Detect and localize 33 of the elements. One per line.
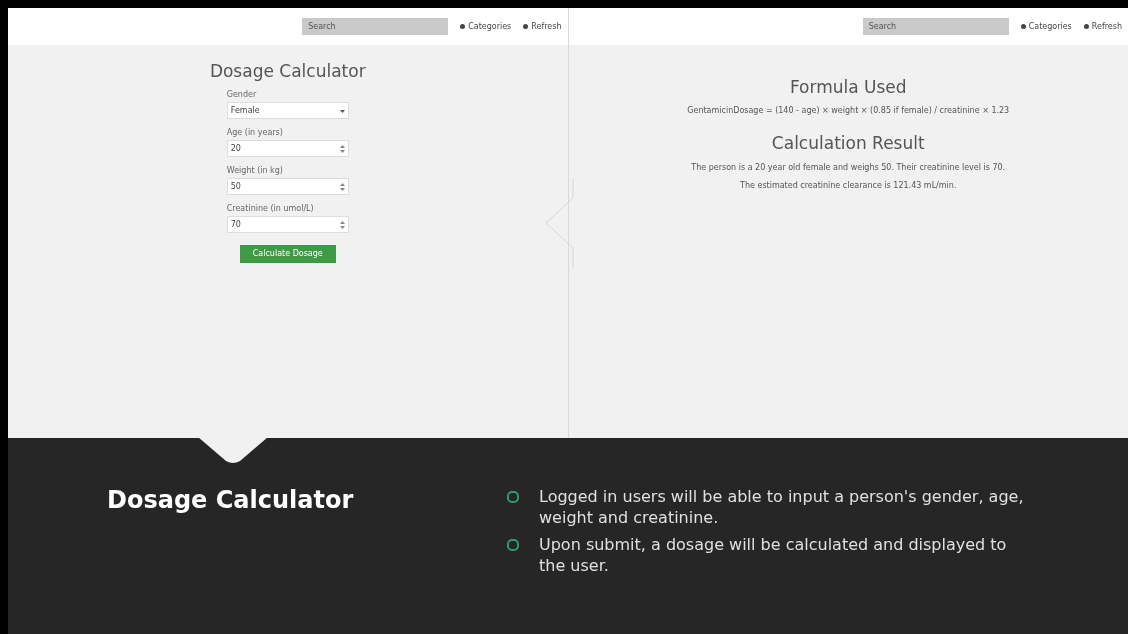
section-heading: Calculation Result <box>770 133 926 154</box>
nav-link[interactable]: Refresh <box>523 20 562 33</box>
result-text: The estimated creatinine clearance is 121.43 mL/min. <box>739 179 958 192</box>
dot-icon <box>460 24 466 29</box>
section-heading: Formula Used <box>788 77 908 98</box>
dot-icon <box>523 24 529 29</box>
result-text: GentamicinDosage = (140 - age) × weight × (0.85 if female) / creatinine × 1.23 <box>686 105 1011 118</box>
select-field[interactable]: Female <box>226 102 349 120</box>
nav-link[interactable]: Categories <box>1020 20 1072 33</box>
number-field[interactable]: 50 <box>226 178 349 196</box>
spinner-icon <box>339 144 345 153</box>
search-field[interactable]: Search <box>302 18 449 35</box>
field-label: Age (in years) <box>226 127 284 140</box>
bullet-text: Logged in users will be able to input a person's gender, age, weight and creatinine. <box>539 486 1025 528</box>
dot-icon <box>1083 24 1089 29</box>
bullet-icon <box>507 539 519 551</box>
spinner-icon <box>339 182 345 191</box>
bullet-text: Upon submit, a dosage will be calculated and displayed to the user. <box>539 534 1008 576</box>
nav-link[interactable]: Refresh <box>1083 20 1122 33</box>
result-text: The person is a 20 year old female and weighs 50. Their creatinine level is 70. <box>690 161 1007 174</box>
search-field[interactable]: Search <box>862 18 1009 35</box>
field-label: Weight (in kg) <box>226 165 284 178</box>
number-field[interactable]: 20 <box>226 140 349 158</box>
number-field[interactable]: 70 <box>226 216 349 234</box>
field-label: Gender <box>226 89 258 102</box>
spinner-icon <box>339 220 345 229</box>
caption-title: Dosage Calculator <box>107 486 355 516</box>
nav-link[interactable]: Categories <box>460 20 512 33</box>
calculate-button[interactable]: Calculate Dosage <box>239 245 336 264</box>
bullet-icon <box>507 491 519 503</box>
field-label: Creatinine (in umol/L) <box>226 203 315 216</box>
dot-icon <box>1020 24 1026 29</box>
page-title: Dosage Calculator <box>208 61 367 82</box>
